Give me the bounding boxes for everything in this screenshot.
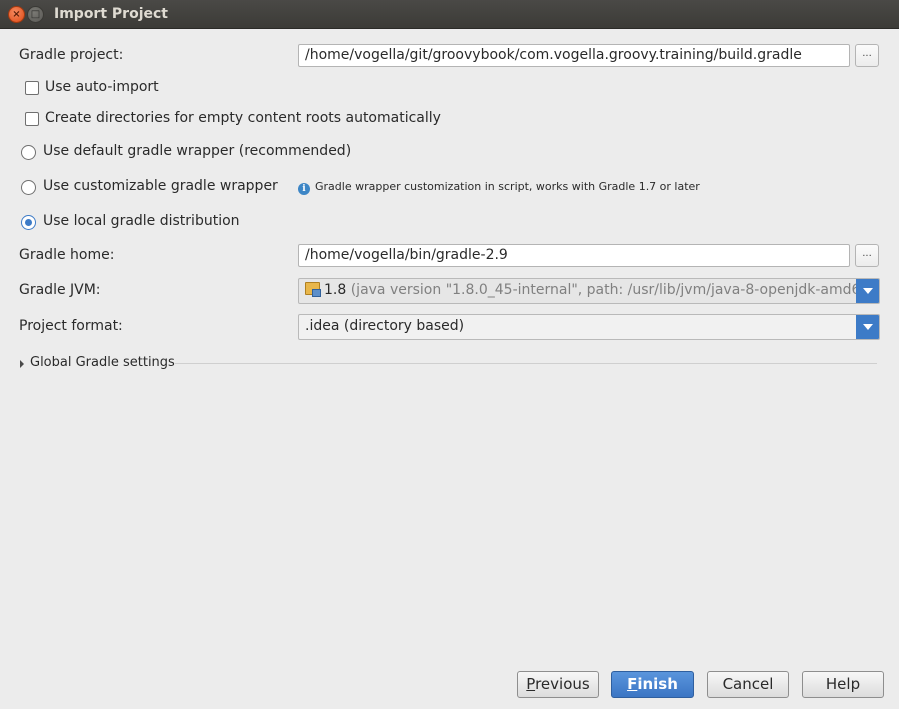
project-format-select[interactable]: .idea (directory based) xyxy=(298,314,880,340)
window-title: Import Project xyxy=(54,6,168,22)
import-project-dialog: × □ Import Project Gradle project: /home… xyxy=(0,0,899,709)
create-dirs-label: Create directories for empty content roo… xyxy=(45,110,441,126)
default-wrapper-label: Use default gradle wrapper (recommended) xyxy=(43,143,352,159)
gradle-jvm-detail: (java version "1.8.0_45-internal", path:… xyxy=(350,282,875,298)
default-wrapper-radio[interactable] xyxy=(21,145,36,160)
global-gradle-settings-toggle[interactable]: Global Gradle settings xyxy=(19,355,877,373)
maximize-icon[interactable]: □ xyxy=(27,6,44,23)
close-icon[interactable]: × xyxy=(8,6,25,23)
custom-wrapper-label: Use customizable gradle wrapper xyxy=(43,178,278,194)
title-bar: × □ Import Project xyxy=(0,0,899,29)
auto-import-label: Use auto-import xyxy=(45,79,159,95)
gradle-jvm-version: 1.8 xyxy=(324,282,347,298)
gradle-project-browse-button[interactable]: ... xyxy=(855,44,879,67)
finish-button[interactable]: Finish xyxy=(611,671,694,698)
gradle-jvm-select[interactable]: 1.8 (java version "1.8.0_45-internal", p… xyxy=(298,278,880,304)
create-dirs-checkbox[interactable] xyxy=(25,112,39,126)
finish-label: inish xyxy=(637,675,678,693)
project-format-value: .idea (directory based) xyxy=(305,318,465,334)
auto-import-checkbox[interactable] xyxy=(25,81,39,95)
gradle-home-label: Gradle home: xyxy=(19,247,115,263)
finish-mnemonic: F xyxy=(627,675,638,693)
expand-triangle-icon xyxy=(20,360,24,368)
jdk-folder-icon xyxy=(305,282,321,297)
info-icon: i xyxy=(298,183,310,195)
gradle-home-browse-button[interactable]: ... xyxy=(855,244,879,267)
previous-label: revious xyxy=(535,675,590,693)
custom-wrapper-radio[interactable] xyxy=(21,180,36,195)
cancel-button[interactable]: Cancel xyxy=(707,671,789,698)
chevron-down-icon[interactable] xyxy=(856,279,879,303)
local-dist-radio[interactable] xyxy=(21,215,36,230)
chevron-down-icon[interactable] xyxy=(856,315,879,339)
gradle-home-input[interactable]: /home/vogella/bin/gradle-2.9 xyxy=(298,244,850,267)
project-format-label: Project format: xyxy=(19,318,123,334)
local-dist-label: Use local gradle distribution xyxy=(43,213,240,229)
gradle-project-label: Gradle project: xyxy=(19,47,124,63)
custom-wrapper-hint: i Gradle wrapper customization in script,… xyxy=(298,180,700,195)
gradle-project-input[interactable]: /home/vogella/git/groovybook/com.vogella… xyxy=(298,44,850,67)
previous-button[interactable]: Previous xyxy=(517,671,599,698)
global-gradle-settings-label: Global Gradle settings xyxy=(30,355,175,370)
custom-wrapper-hint-text: Gradle wrapper customization in script, … xyxy=(315,180,700,193)
gradle-jvm-label: Gradle JVM: xyxy=(19,282,101,298)
help-button[interactable]: Help xyxy=(802,671,884,698)
previous-mnemonic: P xyxy=(526,675,536,693)
section-divider xyxy=(175,363,877,364)
